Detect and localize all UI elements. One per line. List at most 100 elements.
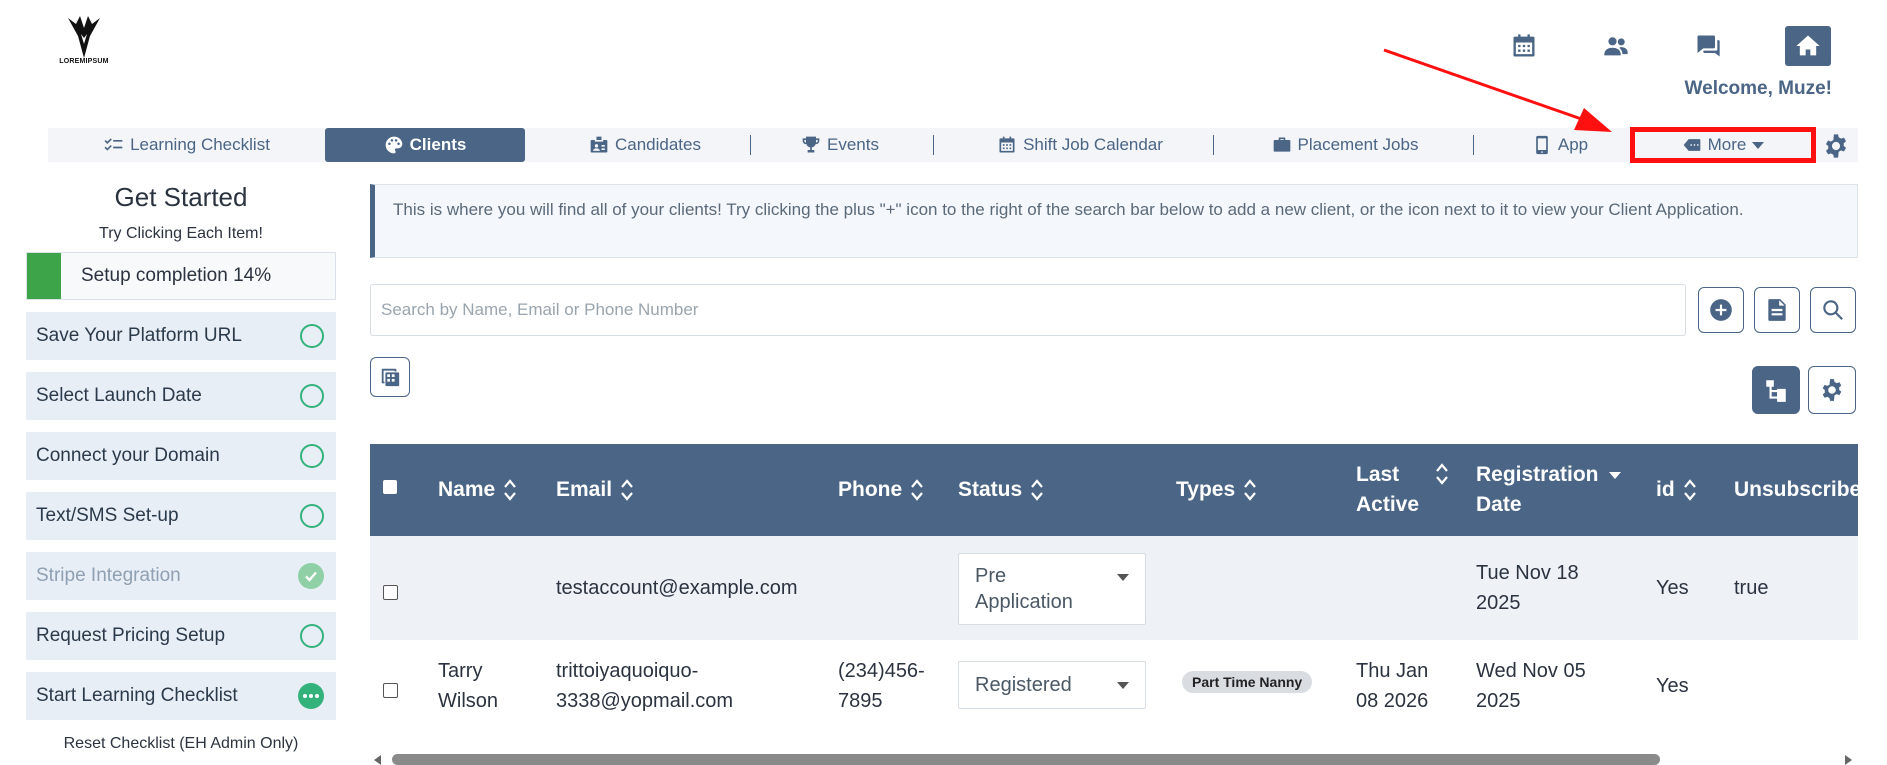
tab-learning-checklist[interactable]: Learning Checklist — [92, 128, 282, 162]
sort-desc-icon — [1608, 471, 1621, 479]
email-line: 3338@yopmail.com — [556, 690, 734, 712]
calendar-icon[interactable] — [1502, 26, 1546, 66]
checklist-item[interactable]: Select Launch Date — [26, 372, 336, 420]
users-icon[interactable] — [1594, 26, 1638, 66]
home-button[interactable] — [1785, 26, 1831, 66]
tab-candidates[interactable]: Candidates — [570, 128, 720, 162]
incomplete-circle-icon — [300, 624, 324, 648]
row-checkbox[interactable] — [383, 683, 398, 698]
tab-shift-job-calendar[interactable]: Shift Job Calendar — [980, 128, 1180, 162]
column-label-line: Active — [1356, 493, 1420, 516]
column-label-line: Registration — [1476, 463, 1599, 486]
tab-placement-jobs[interactable]: Placement Jobs — [1260, 128, 1430, 162]
logo-emblem-icon — [68, 16, 100, 58]
type-badge: Part Time Nanny — [1182, 671, 1313, 693]
status-value: Registered — [975, 674, 1072, 696]
column-label-line: Last — [1356, 463, 1400, 486]
checklist-icon — [104, 138, 123, 151]
incomplete-circle-icon — [300, 384, 324, 408]
setup-progress: Setup completion 14% — [26, 252, 336, 300]
get-started-title: Get Started — [114, 182, 248, 212]
id-cell: Yes — [1656, 577, 1689, 599]
nav-settings-button[interactable] — [1820, 130, 1852, 162]
sort-icon — [1683, 478, 1697, 502]
column-label: Last Active — [1356, 460, 1419, 520]
column-header-email[interactable]: Email — [556, 444, 634, 536]
tab-label: Events — [827, 135, 879, 154]
name-cell[interactable]: Tarry Wilson — [438, 656, 498, 716]
logo-text: LOREMIPSUM — [59, 58, 109, 65]
column-label: id — [1656, 478, 1675, 501]
last-active-cell: Thu Jan 08 2026 — [1356, 656, 1428, 716]
checklist-item[interactable]: Connect your Domain — [26, 432, 336, 480]
add-client-button[interactable] — [1698, 287, 1744, 333]
id-badge-icon — [590, 136, 608, 153]
sitemap-icon — [1766, 380, 1786, 402]
home-icon — [1796, 35, 1820, 56]
checklist-item[interactable]: Save Your Platform URL — [26, 312, 336, 360]
scroll-right-arrow[interactable] — [1845, 755, 1852, 765]
client-application-button[interactable] — [1754, 287, 1800, 333]
checklist-item-label: Connect your Domain — [36, 445, 220, 466]
registration-date-cell: Wed Nov 05 2025 — [1476, 656, 1586, 716]
table-settings-button[interactable] — [1808, 366, 1856, 414]
checklist-item-label: Stripe Integration — [36, 565, 181, 586]
palette-icon — [385, 136, 402, 154]
search-button[interactable] — [1810, 287, 1856, 333]
table-view-button[interactable] — [370, 357, 410, 397]
brand-logo[interactable]: LOREMIPSUM — [58, 14, 110, 76]
checklist-item-label: Text/SMS Set-up — [36, 505, 179, 526]
tab-events[interactable]: Events — [790, 128, 890, 162]
horizontal-scrollbar-thumb[interactable] — [392, 754, 1660, 765]
document-icon — [1768, 299, 1786, 321]
tab-app[interactable]: App — [1515, 128, 1605, 162]
chat-icon[interactable] — [1686, 26, 1730, 66]
tree-view-button[interactable] — [1752, 366, 1800, 414]
checklist-item-label: Start Learning Checklist — [36, 685, 238, 706]
nav-divider — [1213, 135, 1214, 155]
status-select[interactable]: Pre Application — [958, 553, 1146, 625]
date-line: Tue Nov 18 — [1476, 562, 1579, 584]
tab-label: Learning Checklist — [130, 135, 270, 154]
status-select[interactable]: Registered — [958, 661, 1146, 709]
column-header-last-active[interactable]: Last Active — [1356, 444, 1449, 536]
nav-divider — [750, 135, 751, 155]
unsubscribed-cell: true — [1734, 577, 1769, 599]
column-header-phone[interactable]: Phone — [838, 444, 924, 536]
column-header-types[interactable]: Types — [1176, 444, 1257, 536]
select-all-checkbox[interactable] — [383, 480, 397, 494]
column-header-id[interactable]: id — [1656, 444, 1697, 536]
search-input[interactable] — [370, 284, 1686, 336]
email-line: trittoiyaquoiquo- — [556, 660, 699, 682]
date-line: 08 2026 — [1356, 690, 1429, 712]
mobile-icon — [1536, 135, 1548, 155]
tab-clients[interactable]: Clients — [325, 128, 525, 162]
column-header-status[interactable]: Status — [958, 444, 1044, 536]
sort-icon — [1243, 478, 1257, 502]
row-checkbox[interactable] — [383, 585, 398, 600]
phone-line: 7895 — [838, 690, 883, 712]
registration-date-cell: Tue Nov 18 2025 — [1476, 558, 1579, 618]
gear-icon — [1822, 379, 1842, 401]
checklist-item[interactable]: Start Learning Checklist — [26, 672, 336, 720]
plus-circle-icon — [1710, 299, 1732, 321]
checklist-item[interactable]: Text/SMS Set-up — [26, 492, 336, 540]
reset-checklist-link[interactable]: Reset Checklist (EH Admin Only) — [26, 735, 336, 753]
phone-cell: (234)456- 7895 — [838, 656, 925, 716]
column-header-name[interactable]: Name — [438, 444, 517, 536]
scroll-left-arrow[interactable] — [374, 755, 381, 765]
column-label: Status — [958, 478, 1023, 501]
sort-icon — [1030, 478, 1044, 502]
id-cell: Yes — [1656, 675, 1689, 697]
sort-icon — [503, 478, 517, 502]
column-label: Phone — [838, 478, 903, 501]
column-label: Unsubscribed — [1734, 478, 1858, 501]
calendar-icon — [999, 136, 1015, 153]
search-icon — [1823, 300, 1843, 320]
column-header-unsubscribed[interactable]: Unsubscribed — [1734, 444, 1858, 536]
checklist-item[interactable]: Request Pricing Setup — [26, 612, 336, 660]
check-circle-icon — [298, 563, 324, 589]
checklist-item[interactable]: Stripe Integration — [26, 552, 336, 600]
column-header-registration-date[interactable]: Registration Date — [1476, 444, 1621, 536]
tab-label: Placement Jobs — [1297, 135, 1419, 154]
